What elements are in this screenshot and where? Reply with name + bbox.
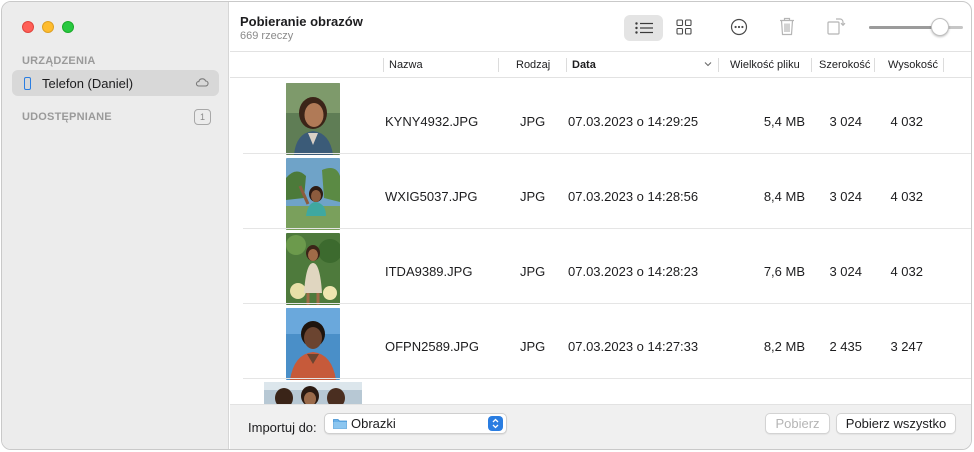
column-divider — [874, 58, 875, 72]
photo-thumbnail — [286, 158, 340, 230]
image-height: 4 032 — [890, 189, 923, 204]
column-divider — [566, 58, 567, 72]
image-width: 3 024 — [829, 189, 862, 204]
import-to-label: Importuj do: — [248, 420, 317, 435]
import-button[interactable]: Pobierz — [765, 413, 830, 434]
window-controls — [22, 21, 74, 33]
minimize-window-button[interactable] — [42, 21, 54, 33]
file-kind: JPG — [520, 339, 546, 354]
table-row[interactable]: OFPN2589.JPG JPG 07.03.2023 o 14:27:33 8… — [230, 304, 971, 380]
image-width: 2 435 — [829, 339, 862, 354]
updown-chevron-icon — [492, 418, 499, 429]
phone-icon — [24, 76, 31, 90]
column-divider — [498, 58, 499, 72]
photo-table: KYNY4932.JPG JPG 07.03.2023 o 14:29:25 5… — [230, 79, 971, 407]
grid-view-icon[interactable] — [676, 19, 692, 35]
column-header-name[interactable]: Nazwa — [389, 59, 423, 71]
devices-heading: URZĄDZENIA — [22, 55, 96, 67]
sidebar-item-label: Telefon (Daniel) — [42, 75, 134, 91]
column-header-size[interactable]: Wielkość pliku — [730, 59, 800, 71]
file-size: 5,4 MB — [763, 114, 805, 129]
file-name: WXIG5037.JPG — [385, 189, 478, 204]
thumbnail-size-slider[interactable] — [869, 18, 963, 36]
ellipsis-circle-icon[interactable] — [730, 18, 748, 36]
image-height: 4 032 — [890, 114, 923, 129]
column-divider — [383, 58, 384, 72]
shared-heading: UDOSTĘPNIANE — [22, 111, 112, 123]
file-date: 07.03.2023 o 14:27:33 — [568, 339, 699, 354]
import-bar: Importuj do: Obrazki Pobierz Pobierz wsz… — [230, 404, 971, 449]
image-width: 3 024 — [829, 114, 862, 129]
image-height: 4 032 — [890, 264, 923, 279]
table-row[interactable]: ITDA9389.JPG JPG 07.03.2023 o 14:28:23 7… — [230, 229, 971, 305]
sidebar-item-phone[interactable]: Telefon (Daniel) — [12, 70, 219, 96]
column-header-width[interactable]: Szerokość — [819, 59, 870, 71]
file-name: OFPN2589.JPG — [385, 339, 479, 354]
column-header-kind[interactable]: Rodzaj — [516, 59, 550, 71]
select-stepper[interactable] — [488, 416, 503, 431]
row-divider — [243, 378, 971, 379]
file-size: 8,4 MB — [763, 189, 805, 204]
photo-thumbnail — [286, 308, 340, 380]
close-window-button[interactable] — [22, 21, 34, 33]
rotate-icon[interactable] — [826, 16, 846, 36]
photo-thumbnail — [286, 83, 340, 155]
file-name: ITDA9389.JPG — [385, 264, 473, 279]
photo-thumbnail — [286, 233, 340, 305]
file-name: KYNY4932.JPG — [385, 114, 479, 129]
trash-icon[interactable] — [779, 17, 795, 36]
image-width: 3 024 — [829, 264, 862, 279]
column-header-height[interactable]: Wysokość — [888, 59, 938, 71]
file-kind: JPG — [520, 114, 546, 129]
import-all-button[interactable]: Pobierz wszystko — [836, 413, 956, 434]
list-view-button[interactable] — [624, 15, 663, 41]
main-panel: Pobieranie obrazów 669 rzeczy Nazwa Rodz… — [230, 2, 971, 449]
table-row[interactable]: KYNY4932.JPG JPG 07.03.2023 o 14:29:25 5… — [230, 79, 971, 155]
file-size: 8,2 MB — [763, 339, 805, 354]
file-kind: JPG — [520, 189, 546, 204]
column-header-row: Nazwa Rodzaj Data Wielkość pliku Szeroko… — [230, 52, 971, 78]
folder-icon — [333, 419, 347, 429]
file-date: 07.03.2023 o 14:28:56 — [568, 189, 699, 204]
file-size: 7,6 MB — [763, 264, 805, 279]
shared-count-badge: 1 — [194, 109, 211, 125]
file-date: 07.03.2023 o 14:29:25 — [568, 114, 699, 129]
list-view-icon — [634, 22, 653, 34]
chevron-down-icon — [704, 62, 712, 67]
page-title: Pobieranie obrazów — [240, 14, 363, 29]
destination-value: Obrazki — [351, 416, 396, 431]
file-date: 07.03.2023 o 14:28:23 — [568, 264, 699, 279]
image-height: 3 247 — [890, 339, 923, 354]
cloud-icon — [195, 78, 209, 87]
column-divider — [811, 58, 812, 72]
column-divider — [943, 58, 944, 72]
item-count: 669 rzeczy — [240, 30, 294, 42]
column-divider — [718, 58, 719, 72]
sidebar: URZĄDZENIA Telefon (Daniel) UDOSTĘPNIANE… — [2, 2, 229, 449]
zoom-window-button[interactable] — [62, 21, 74, 33]
slider-knob[interactable] — [931, 18, 949, 36]
destination-select[interactable]: Obrazki — [324, 413, 507, 434]
image-capture-window: URZĄDZENIA Telefon (Daniel) UDOSTĘPNIANE… — [1, 1, 972, 450]
table-row[interactable]: WXIG5037.JPG JPG 07.03.2023 o 14:28:56 8… — [230, 154, 971, 230]
slider-fill — [869, 26, 940, 29]
column-header-date[interactable]: Data — [572, 59, 596, 71]
file-kind: JPG — [520, 264, 546, 279]
